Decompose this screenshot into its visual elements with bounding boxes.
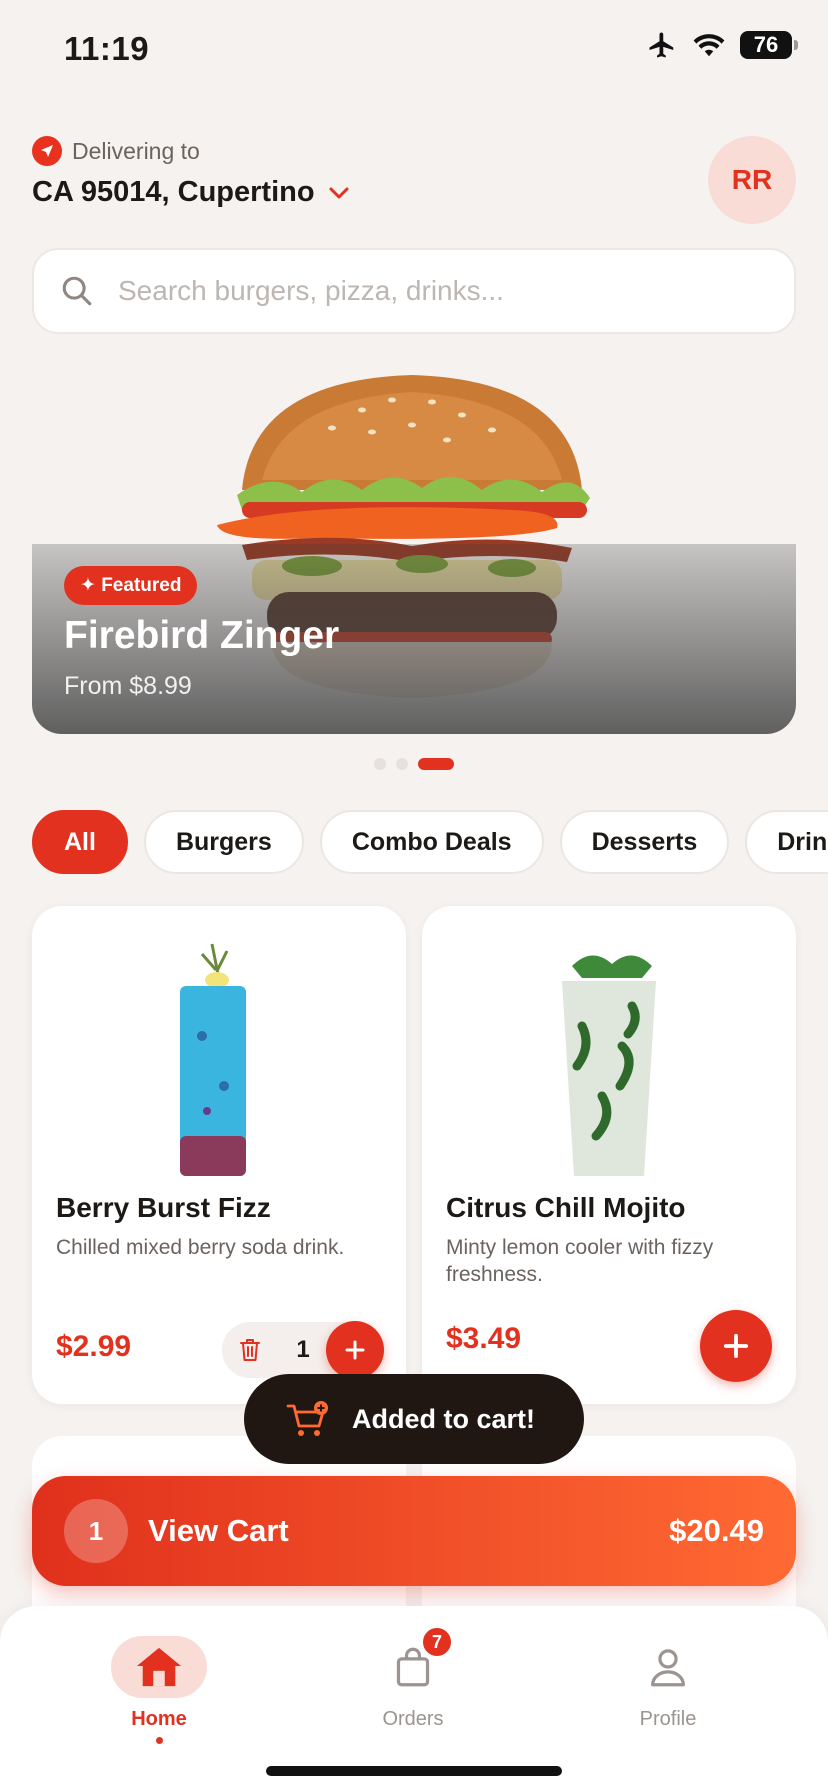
tab-home[interactable]: Home [79, 1636, 239, 1744]
carousel-pager[interactable] [0, 758, 828, 770]
status-time: 11:19 [64, 30, 150, 67]
tab-profile[interactable]: Profile [588, 1636, 748, 1731]
product-price: $2.99 [56, 1330, 132, 1363]
banner-title: Firebird Zinger [64, 614, 340, 657]
added-to-cart-toast: Added to cart! [244, 1374, 584, 1464]
avatar[interactable]: RR [708, 136, 796, 224]
view-cart-button[interactable]: 1 View Cart $20.49 [32, 1476, 796, 1586]
increase-quantity-button[interactable] [326, 1321, 384, 1379]
featured-badge: ✦ Featured [64, 566, 198, 605]
category-chip-drinks[interactable]: Drinks [745, 810, 828, 874]
mojito-drink-image [562, 955, 656, 1176]
cart-total: $20.49 [669, 1513, 764, 1548]
plus-icon [723, 1333, 749, 1359]
wifi-icon [693, 34, 725, 57]
add-to-cart-button[interactable] [700, 1310, 772, 1382]
product-description: Minty lemon cooler with fizzy freshness. [446, 1236, 714, 1286]
product-card[interactable]: Citrus Chill Mojito Minty lemon cooler w… [422, 906, 796, 1404]
delivery-location[interactable]: Delivering to CA 95014, Cupertino [32, 136, 351, 209]
orders-badge: 7 [421, 1626, 453, 1658]
quantity-value: 1 [296, 1336, 310, 1363]
cart-item-count: 1 [64, 1499, 128, 1563]
home-indicator[interactable] [266, 1766, 562, 1776]
category-chip-burgers[interactable]: Burgers [143, 810, 304, 874]
plus-icon [345, 1340, 365, 1360]
cart-add-icon [286, 1401, 328, 1436]
status-bar: 11:19 76 [0, 0, 828, 100]
category-chip-combo-deals[interactable]: Combo Deals [319, 810, 544, 874]
tab-orders[interactable]: 7 Orders [333, 1626, 493, 1731]
airplane-icon [649, 32, 674, 58]
home-icon [136, 1647, 182, 1687]
chevron-down-icon[interactable] [327, 185, 351, 201]
product-description: Chilled mixed berry soda drink. [56, 1236, 345, 1259]
search-bar[interactable] [32, 248, 796, 334]
product-card[interactable]: Berry Burst Fizz Chilled mixed berry sod… [32, 906, 406, 1404]
tab-label: Home [131, 1708, 187, 1730]
view-cart-label: View Cart [148, 1513, 289, 1548]
tab-label: Profile [639, 1708, 697, 1730]
location-text: CA 95014, Cupertino [32, 176, 315, 208]
category-chips: All Burgers Combo Deals Desserts Drinks [32, 810, 828, 874]
person-icon [651, 1649, 685, 1687]
search-icon [62, 276, 92, 306]
delivering-label: Delivering to [72, 137, 200, 164]
location-arrow-icon [32, 136, 62, 166]
active-tab-indicator [155, 1737, 163, 1744]
trash-icon[interactable] [222, 1322, 278, 1378]
toast-message: Added to cart! [352, 1403, 536, 1434]
status-icons: 76 [646, 30, 798, 60]
pager-dot[interactable] [374, 758, 386, 770]
pager-dot[interactable] [396, 758, 408, 770]
berry-drink-image [180, 943, 246, 1176]
quantity-stepper: 1 [222, 1321, 384, 1379]
banner-price: From $8.99 [64, 672, 192, 700]
tab-label: Orders [382, 1708, 444, 1730]
featured-banner[interactable]: ✦ Featured Firebird Zinger From $8.99 [32, 370, 796, 734]
bottom-tab-bar: Home 7 Orders Profile [0, 1606, 828, 1792]
product-name: Citrus Chill Mojito [446, 1192, 686, 1223]
product-price: $3.49 [446, 1322, 522, 1355]
pager-dot-active[interactable] [418, 758, 454, 770]
battery-indicator: 76 [740, 31, 798, 59]
search-input[interactable] [118, 275, 758, 307]
product-name: Berry Burst Fizz [56, 1192, 271, 1223]
category-chip-desserts[interactable]: Desserts [559, 810, 730, 874]
category-chip-all[interactable]: All [32, 810, 128, 874]
